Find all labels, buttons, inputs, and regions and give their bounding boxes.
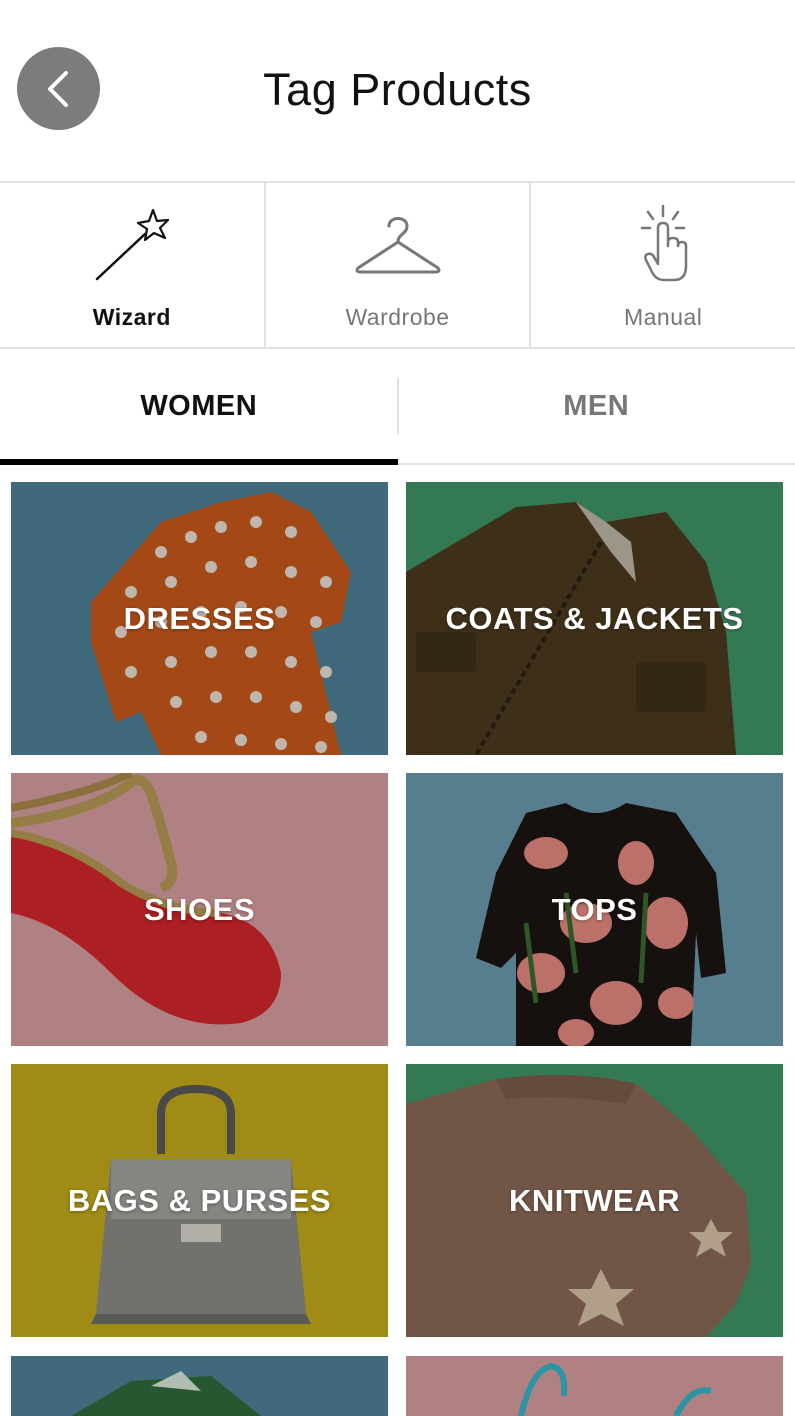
category-tile-coats-jackets[interactable]: COATS & JACKETS [406, 482, 783, 755]
category-label: DRESSES [123, 600, 276, 636]
category-tile-shoes[interactable]: SHOES [11, 773, 388, 1046]
tag-mode-selector: Wizard Wardrobe Manual [0, 182, 795, 349]
tab-women[interactable]: WOMEN [0, 349, 398, 465]
mode-wizard[interactable]: Wizard [0, 182, 266, 347]
category-tile-tops[interactable]: TOPS [406, 773, 783, 1046]
mode-label: Wizard [92, 304, 171, 330]
magic-wand-icon [95, 208, 169, 281]
header-bar: Tag Products [0, 0, 795, 183]
category-tile-dresses[interactable]: DRESSES [11, 482, 388, 755]
hanger-icon [355, 217, 440, 274]
category-tile-knitwear[interactable]: KNITWEAR [406, 1064, 783, 1337]
tab-men[interactable]: MEN [398, 349, 795, 463]
mode-manual[interactable]: Manual [531, 182, 795, 347]
mode-label: Manual [623, 304, 703, 330]
category-label: KNITWEAR [508, 1182, 681, 1218]
category-label: TOPS [551, 891, 638, 927]
category-tile-partial-left[interactable] [11, 1356, 388, 1416]
tile-overlay [11, 1356, 388, 1416]
category-tile-bags-purses[interactable]: BAGS & PURSES [11, 1064, 388, 1337]
mode-wardrobe[interactable]: Wardrobe [266, 182, 532, 347]
tile-overlay [406, 1356, 783, 1416]
category-label: COATS & JACKETS [445, 600, 744, 636]
mode-label: Wardrobe [345, 304, 450, 330]
page-title: Tag Products [263, 64, 532, 115]
tap-hand-icon [640, 204, 688, 282]
category-label: SHOES [143, 891, 256, 927]
category-tile-partial-right[interactable] [406, 1356, 783, 1416]
category-label: BAGS & PURSES [67, 1182, 332, 1218]
tab-divider [397, 378, 399, 434]
